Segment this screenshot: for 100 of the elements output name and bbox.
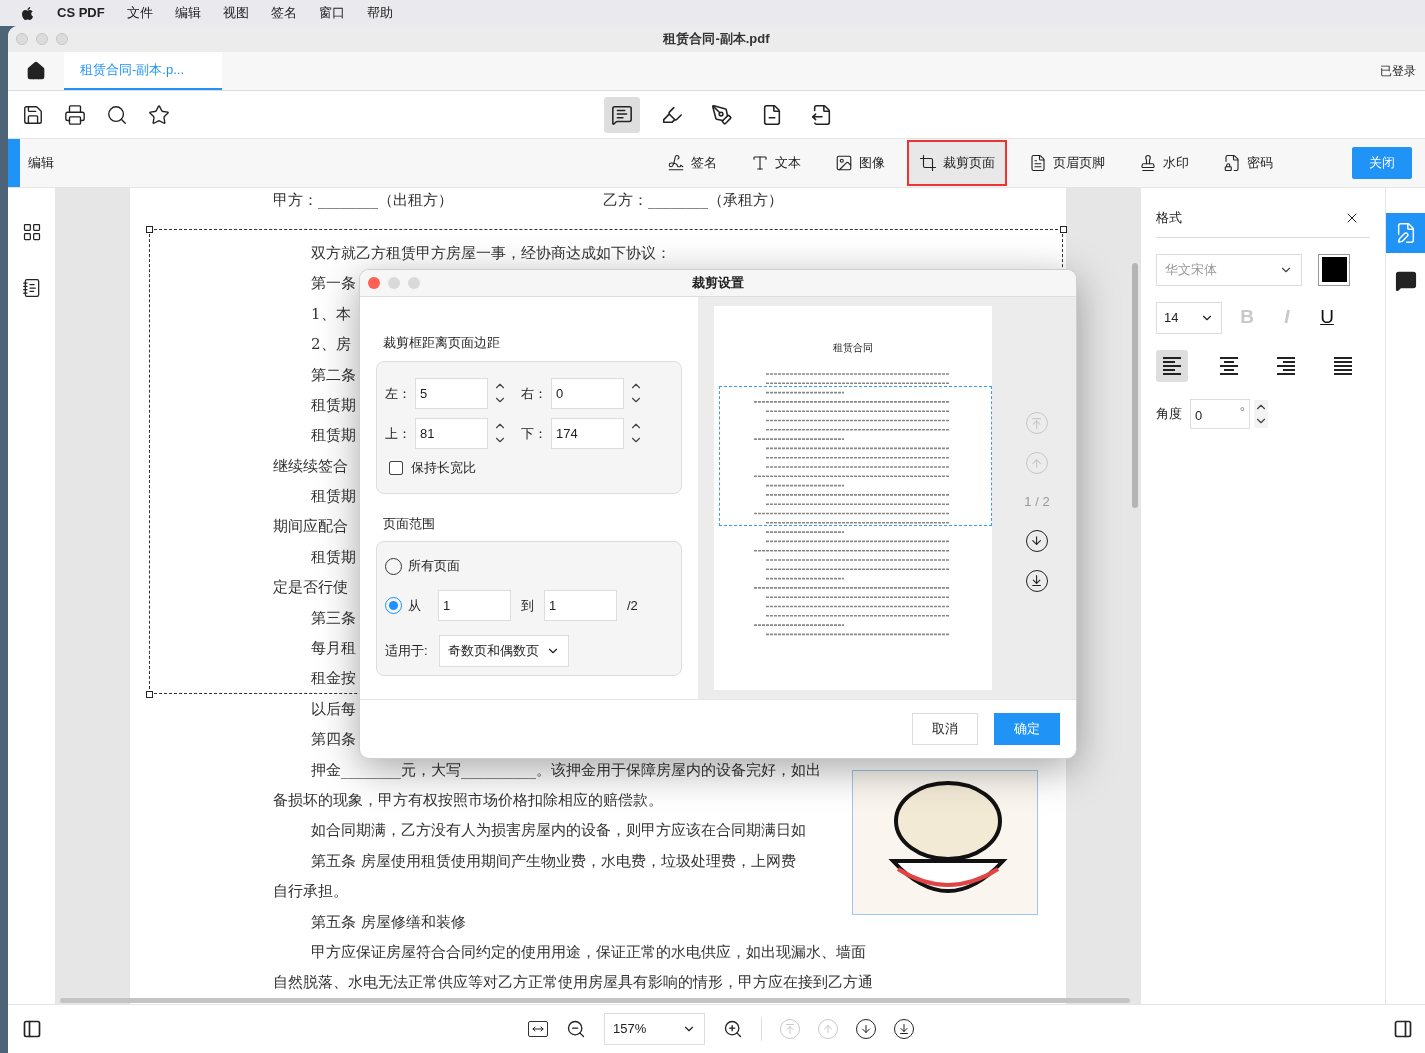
menu-item[interactable]: 签名 — [270, 3, 297, 23]
field-label: 上： — [385, 424, 412, 443]
pen-icon — [711, 103, 733, 126]
zoom-out-icon[interactable] — [566, 1019, 586, 1039]
apple-icon[interactable] — [20, 5, 35, 21]
thumbnails-icon[interactable] — [21, 222, 42, 242]
apply-to-select[interactable]: 奇数页和偶数页 — [439, 634, 569, 667]
document-text: 双方就乙方租赁甲方房屋一事，经协商达成如下协议： — [311, 242, 671, 264]
menu-item[interactable]: 编辑 — [174, 3, 201, 23]
number-field[interactable]: 174 — [551, 417, 624, 449]
document-text: 甲方应保证房屋符合合同约定的使用用途，保证正常的水电供应，如出现漏水、墙面 — [311, 941, 866, 963]
document-text: 第五条 房屋修缮和装修 — [311, 911, 466, 933]
menu-item[interactable]: 文件 — [126, 3, 153, 23]
number-field[interactable]: 1 — [438, 589, 511, 621]
previous-page-icon — [822, 1023, 834, 1035]
signature-icon — [667, 154, 685, 172]
document-text: 甲方：________（出租方） — [273, 189, 453, 211]
edit-tool-button[interactable]: 页眉页脚 — [1017, 140, 1117, 186]
document-text: 备损坏的现象，甲方有权按照市场价格扣除相应的赔偿款。 — [273, 789, 663, 811]
edit-tool-button[interactable]: 文本 — [739, 140, 813, 186]
zoom-select[interactable]: 157% — [604, 1013, 705, 1045]
print-icon[interactable] — [64, 103, 86, 126]
crop-handle[interactable] — [146, 226, 153, 233]
edit-tool-button[interactable]: 水印 — [1127, 140, 1201, 186]
zoom-in-icon[interactable] — [723, 1019, 743, 1039]
next-page-icon — [1030, 534, 1044, 548]
comment-icon — [1394, 270, 1417, 292]
document-text: 押金________元，大写__________。该押金用于保障房屋内的设备完好，如出 — [311, 759, 821, 781]
menu-item[interactable]: 窗口 — [318, 3, 345, 23]
panel-title: 格式 — [1156, 209, 1182, 227]
font-size-select[interactable]: 14 — [1156, 301, 1222, 334]
text-color-swatch[interactable] — [1318, 253, 1350, 286]
number-field[interactable]: 0 — [551, 377, 624, 409]
stamp-icon — [1139, 154, 1157, 172]
document-text: 1、本 — [311, 303, 351, 325]
close-window-button[interactable] — [368, 277, 380, 290]
document-text: 第一条 — [311, 273, 356, 295]
cancel-button[interactable]: 取消 — [912, 713, 978, 746]
first-page-icon — [1030, 416, 1044, 430]
document-text: 租赁期 — [311, 425, 356, 447]
login-status[interactable]: 已登录 — [1380, 52, 1425, 90]
file-export-icon — [811, 103, 833, 126]
document-text: 继续续签合 — [273, 455, 348, 477]
field-label: 适用于: — [385, 642, 429, 661]
fit-width-button[interactable] — [528, 1021, 548, 1037]
dialog-title: 裁剪设置 — [692, 274, 744, 293]
file-minus-icon — [761, 103, 783, 126]
document-text: 第四条 — [311, 729, 356, 751]
star-icon[interactable] — [148, 103, 170, 126]
document-text: 以后每 — [311, 698, 356, 720]
underline-button[interactable]: U — [1318, 303, 1336, 332]
radio-label: 从 — [408, 596, 422, 615]
menu-item[interactable]: 视图 — [222, 3, 249, 23]
field-label: 左： — [385, 384, 412, 403]
left-align-button[interactable] — [1156, 349, 1188, 382]
angle-field[interactable]: 0 ° — [1190, 398, 1250, 429]
previous-page-icon — [1030, 456, 1044, 470]
document-text: 如合同期满，乙方没有人为损害房屋内的设备，则甲方应该在合同期满日如 — [311, 820, 806, 842]
number-field[interactable]: 5 — [415, 377, 488, 409]
app-name[interactable]: CS PDF — [57, 3, 105, 23]
home-icon[interactable] — [26, 61, 46, 81]
file-lock-icon — [1223, 154, 1241, 172]
comment-tool-button[interactable] — [604, 96, 640, 133]
right-panel-toggle-icon[interactable] — [1393, 1019, 1413, 1039]
search-icon[interactable] — [106, 103, 128, 126]
text-icon — [751, 154, 769, 172]
document-text: 租赁期 — [311, 486, 356, 508]
crop-handle[interactable] — [1060, 226, 1067, 233]
section-heading: 裁剪框距离页面边距 — [383, 334, 501, 353]
edit-tool-button[interactable]: 裁剪页面 — [907, 140, 1007, 186]
color-fill — [1321, 257, 1347, 282]
first-page-icon — [784, 1023, 796, 1035]
menu-item[interactable]: 帮助 — [366, 3, 393, 23]
angle-label: 角度 — [1156, 404, 1183, 423]
crop-handle[interactable] — [146, 691, 153, 698]
document-text: 第二条 — [311, 364, 356, 386]
comment-icon — [611, 103, 633, 126]
document-text: 2、房 — [311, 334, 351, 356]
page-icon — [1029, 154, 1047, 172]
document-text: 租金按 — [311, 668, 356, 690]
document-text: 定是否行使 — [273, 577, 348, 599]
window-title: 租赁合同-副本.pdf — [663, 30, 770, 49]
edit-tool-button[interactable]: 签名 — [655, 140, 729, 186]
number-field[interactable]: 81 — [415, 417, 488, 449]
crop-icon — [919, 154, 937, 172]
outline-icon[interactable] — [21, 278, 42, 298]
number-field[interactable]: 1 — [544, 589, 617, 621]
checkbox[interactable] — [389, 460, 403, 475]
document-text: 自行承担。 — [273, 881, 348, 903]
edit-tool-button[interactable]: 图像 — [823, 140, 897, 186]
degree-unit: ° — [1239, 402, 1245, 421]
document-text: 自然脱落、水电无法正常供应等对乙方正常使用房屋具有影响的情形，甲方应在接到乙方通 — [273, 972, 873, 994]
edit-mode-indicator — [8, 139, 20, 187]
edit-tool-button[interactable]: 密码 — [1211, 140, 1285, 186]
last-page-icon — [898, 1023, 910, 1035]
document-text: 第三条 — [311, 607, 356, 629]
left-panel-toggle-icon[interactable] — [22, 1019, 42, 1039]
edit-label: 编辑 — [28, 154, 54, 173]
save-icon[interactable] — [22, 103, 44, 126]
page-total: /2 — [627, 596, 638, 615]
